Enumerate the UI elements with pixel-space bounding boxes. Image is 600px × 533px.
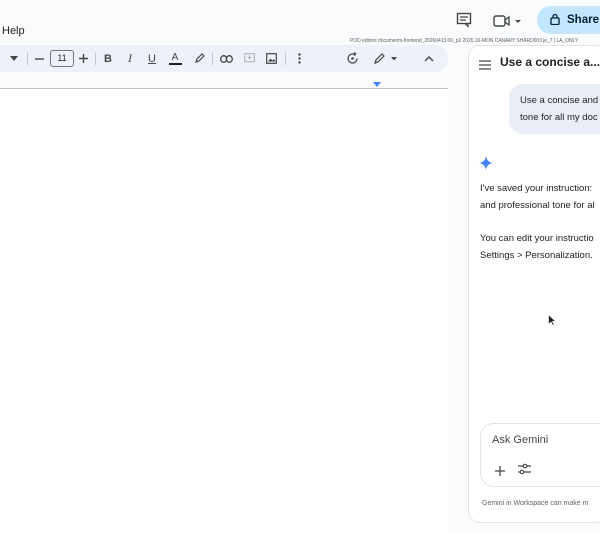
ask-gemini-placeholder: Ask Gemini [492,434,549,446]
toolbar-divider [27,52,28,65]
lock-icon [550,13,560,28]
ruler [0,88,448,89]
comments-icon[interactable] [456,12,472,28]
response-line: Settings > Personalization. [480,250,593,261]
insert-comment-icon[interactable] [242,51,256,66]
insert-image-icon[interactable] [264,51,278,66]
collapse-toolbar-icon[interactable] [423,51,435,66]
user-message-line: tone for all my doc [520,112,598,123]
bold-icon[interactable]: B [102,51,114,66]
ruler-indent-marker[interactable] [373,82,381,87]
gemini-spark-icon [479,156,493,170]
response-line: You can edit your instructio [480,233,594,244]
response-line: I've saved your instruction: [480,183,593,194]
mouse-cursor-icon [548,313,557,326]
toolbar-divider [95,52,96,65]
user-message-bubble: Use a concise and tone for all my doc [509,84,600,134]
share-label: Share [567,14,599,26]
more-options-icon[interactable] [294,51,304,66]
document-page[interactable] [0,89,448,533]
response-followup-text: You can edit your instructio Settings > … [480,230,594,264]
toolbar-divider [285,52,286,65]
share-button[interactable]: Share [537,6,600,34]
gemini-disclaimer: Gemini in Workspace can make m [482,500,589,507]
formatting-toolbar: 11 B I U A [0,45,448,72]
increase-font-size-button[interactable] [77,51,89,66]
ask-gemini-input[interactable] [480,423,600,487]
panel-title: Use a concise a... [500,55,600,69]
response-text: I've saved your instruction: and profess… [480,180,595,214]
user-message-line: Use a concise and [520,95,599,106]
version-history-icon[interactable] [344,51,360,66]
build-info: POD editors documents-frontend_20260413.… [350,38,579,44]
response-line: and professional tone for al [480,200,595,211]
text-color-icon[interactable]: A [168,51,182,66]
meet-icon[interactable] [493,13,523,29]
insert-link-icon[interactable] [219,51,233,66]
editing-mode-icon[interactable] [373,51,401,66]
font-dropdown-chevron-icon[interactable] [9,51,19,66]
italic-icon[interactable]: I [124,51,136,66]
font-size-input[interactable]: 11 [50,50,74,67]
tools-settings-icon[interactable] [518,462,531,475]
decrease-font-size-button[interactable] [33,51,45,66]
highlight-pen-icon[interactable] [192,51,206,66]
underline-icon[interactable]: U [146,51,158,66]
menu-help[interactable]: Help [2,25,25,37]
toolbar-divider [212,52,213,65]
add-attachment-icon[interactable] [495,463,505,476]
panel-menu-icon[interactable] [479,57,491,70]
